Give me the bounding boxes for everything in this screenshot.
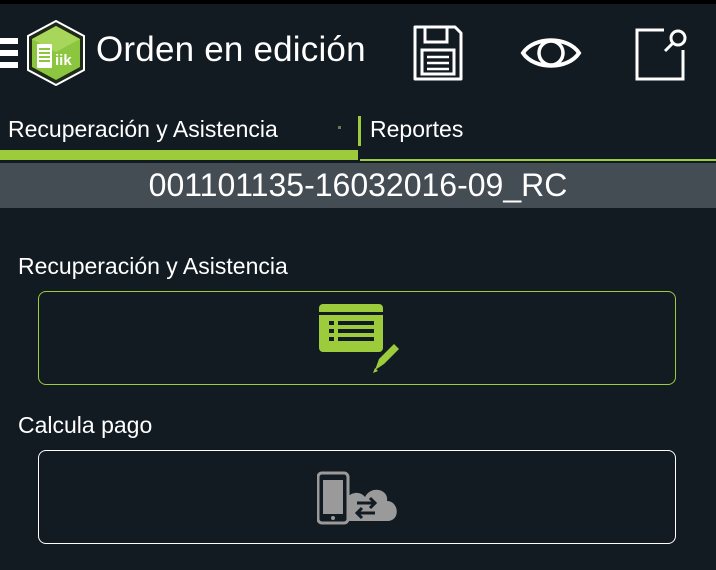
section-label-calcula-pago: Calcula pago [18,412,153,438]
status-strip [0,0,716,4]
tab-recuperacion[interactable]: Recuperación y Asistencia [0,106,358,162]
form-edit-icon [319,304,399,373]
export-icon[interactable] [634,24,690,82]
tab-underline [360,159,716,161]
order-id-bar: 001101135-16032016-09_RC [0,163,716,208]
section-label-recuperacion: Recuperación y Asistencia [18,253,288,279]
active-tab-indicator [0,150,358,160]
page-title: Orden en edición [96,30,366,69]
calcula-pago-card-button[interactable] [38,450,676,544]
save-icon[interactable] [412,24,464,82]
app-logo: iik [27,20,85,86]
menu-icon[interactable] [0,38,18,68]
tab-reportes[interactable]: Reportes [358,106,716,162]
device-cloud-sync-icon [317,471,397,525]
app-header: iik Orden en edición [0,0,716,106]
tab-reportes-label: Reportes [370,116,464,142]
logo-text: iik [55,52,72,69]
recuperacion-card-button[interactable] [38,291,676,385]
tab-recuperacion-label: Recuperación y Asistencia [8,116,278,142]
eye-icon[interactable] [520,30,582,76]
tab-bar: Recuperación y Asistencia Reportes [0,106,716,162]
tab-divider-dot [338,126,341,129]
tab-separator [358,116,361,146]
order-id: 001101135-16032016-09_RC [148,167,568,203]
